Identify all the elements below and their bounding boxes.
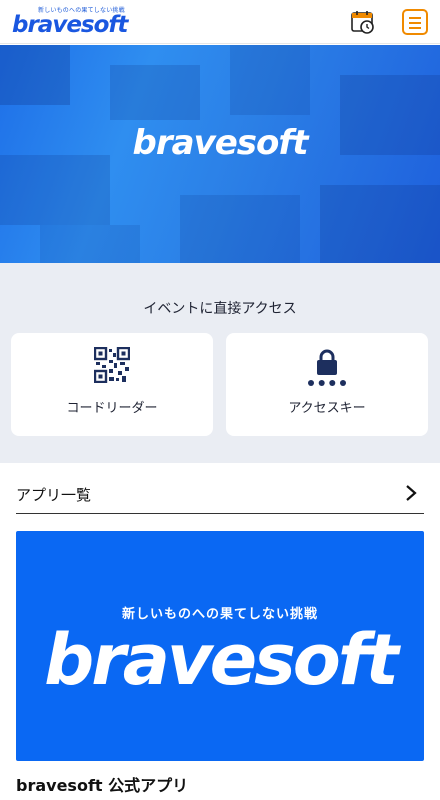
card-label: アクセスキー — [288, 401, 366, 416]
section-title: イベントに直接アクセス — [143, 301, 297, 317]
code-reader-button[interactable]: コードリーダー — [11, 333, 213, 436]
app-banner[interactable]: 新しいものへの果てしない挑戦 bravesoft — [16, 531, 424, 761]
photo-tile — [320, 185, 440, 263]
photo-tile — [0, 155, 110, 225]
photo-tile — [40, 225, 140, 263]
menu-line — [409, 22, 421, 24]
app-list-title: アプリ一覧 — [16, 486, 92, 504]
app-screen: 新しいものへの果てしない挑戦 bravesoft bravesoft イベントに… — [0, 0, 440, 800]
hero-banner: bravesoft — [0, 45, 440, 263]
photo-tile — [180, 195, 300, 263]
banner-logo: bravesoft — [44, 619, 399, 701]
calendar-clock-icon — [351, 11, 374, 34]
photo-tile — [0, 45, 70, 105]
brand-logo[interactable]: 新しいものへの果てしない挑戦 bravesoft — [12, 5, 130, 39]
access-key-button[interactable]: アクセスキー — [226, 333, 428, 436]
menu-line — [409, 27, 421, 29]
menu-button[interactable] — [402, 9, 428, 35]
app-name[interactable]: bravesoft 公式アプリ — [16, 772, 188, 796]
photo-tile — [110, 65, 200, 120]
chevron-right-icon — [406, 485, 417, 501]
logo-wordmark: bravesoft — [12, 12, 128, 38]
photo-tile — [230, 45, 310, 115]
top-header: 新しいものへの果てしない挑戦 bravesoft — [0, 0, 440, 44]
app-list-header[interactable]: アプリ一覧 — [16, 474, 424, 514]
card-label: コードリーダー — [66, 401, 158, 416]
hero-logo: bravesoft — [132, 123, 309, 163]
direct-access-section: イベントに直接アクセス コードリーダー アクセスキー — [0, 263, 440, 463]
hamburger-menu-icon — [409, 17, 421, 19]
lock-icon — [317, 349, 337, 375]
history-button[interactable] — [350, 9, 376, 35]
key-dots — [308, 380, 346, 386]
qr-code-icon — [94, 347, 130, 383]
